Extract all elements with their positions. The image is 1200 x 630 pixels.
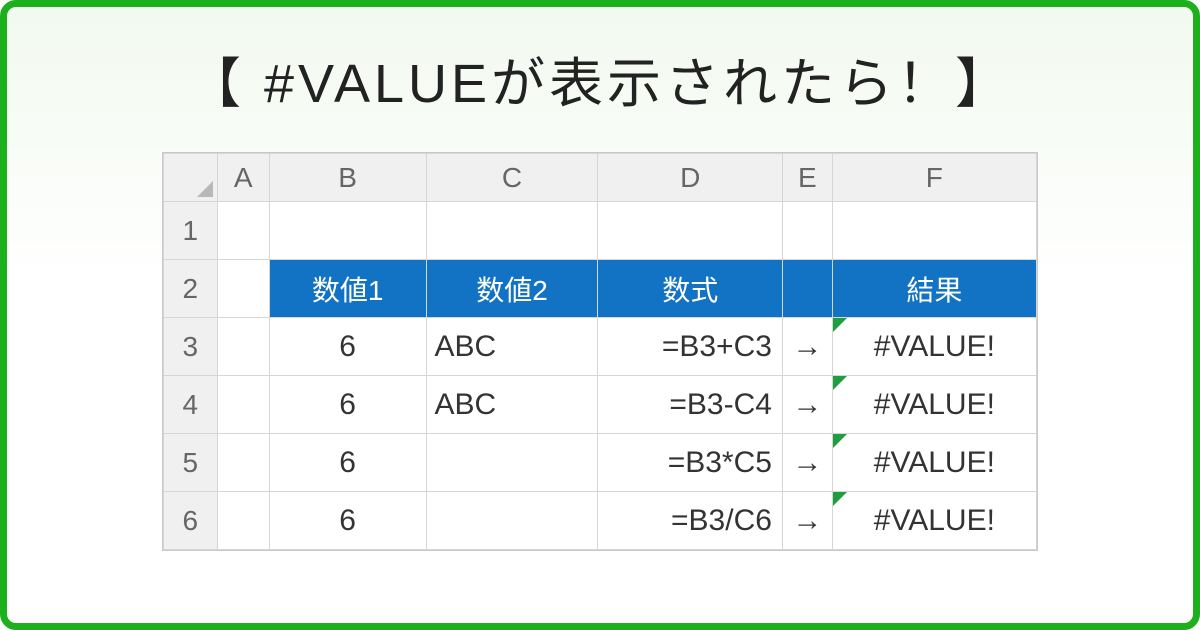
- col-header-F[interactable]: F: [832, 154, 1036, 202]
- row-header-2[interactable]: 2: [164, 260, 218, 318]
- row-header-4[interactable]: 4: [164, 376, 218, 434]
- cell-A3[interactable]: [217, 318, 269, 376]
- cell-D5[interactable]: =B3*C5: [598, 434, 782, 492]
- cell-B4[interactable]: 6: [269, 376, 426, 434]
- cell-A2[interactable]: [217, 260, 269, 318]
- col-header-D[interactable]: D: [598, 154, 782, 202]
- table-header-result[interactable]: 結果: [832, 260, 1036, 318]
- cell-A5[interactable]: [217, 434, 269, 492]
- row-3: 3 6 ABC =B3+C3 → #VALUE!: [164, 318, 1037, 376]
- cell-E3-arrow[interactable]: →: [782, 318, 832, 376]
- cell-D3[interactable]: =B3+C3: [598, 318, 782, 376]
- table-header-spacer[interactable]: [782, 260, 832, 318]
- spreadsheet: A B C D E F 1 2 数値1 数: [162, 152, 1038, 551]
- column-header-row: A B C D E F: [164, 154, 1037, 202]
- cell-D6[interactable]: =B3/C6: [598, 492, 782, 550]
- cell-C6[interactable]: [426, 492, 598, 550]
- cell-F4-error[interactable]: #VALUE!: [832, 376, 1036, 434]
- col-header-A[interactable]: A: [217, 154, 269, 202]
- cell-B5[interactable]: 6: [269, 434, 426, 492]
- select-all-corner[interactable]: [164, 154, 218, 202]
- cell-E5-arrow[interactable]: →: [782, 434, 832, 492]
- cell-F6-error[interactable]: #VALUE!: [832, 492, 1036, 550]
- col-header-E[interactable]: E: [782, 154, 832, 202]
- cell-E6-arrow[interactable]: →: [782, 492, 832, 550]
- row-5: 5 6 =B3*C5 → #VALUE!: [164, 434, 1037, 492]
- tutorial-card: 【 #VALUEが表示されたら！】 A B C D E F 1: [0, 0, 1200, 630]
- cell-E1[interactable]: [782, 202, 832, 260]
- row-header-5[interactable]: 5: [164, 434, 218, 492]
- row-4: 4 6 ABC =B3-C4 → #VALUE!: [164, 376, 1037, 434]
- row-1: 1: [164, 202, 1037, 260]
- cell-C1[interactable]: [426, 202, 598, 260]
- cell-D1[interactable]: [598, 202, 782, 260]
- row-header-3[interactable]: 3: [164, 318, 218, 376]
- table-header-formula[interactable]: 数式: [598, 260, 782, 318]
- cell-E4-arrow[interactable]: →: [782, 376, 832, 434]
- cell-B1[interactable]: [269, 202, 426, 260]
- page-title: 【 #VALUEが表示されたら！】: [47, 39, 1153, 118]
- cell-A6[interactable]: [217, 492, 269, 550]
- cell-C4[interactable]: ABC: [426, 376, 598, 434]
- cell-F3-error[interactable]: #VALUE!: [832, 318, 1036, 376]
- cell-A4[interactable]: [217, 376, 269, 434]
- cell-C3[interactable]: ABC: [426, 318, 598, 376]
- cell-A1[interactable]: [217, 202, 269, 260]
- cell-D4[interactable]: =B3-C4: [598, 376, 782, 434]
- row-2: 2 数値1 数値2 数式 結果: [164, 260, 1037, 318]
- table-header-value2[interactable]: 数値2: [426, 260, 598, 318]
- col-header-B[interactable]: B: [269, 154, 426, 202]
- table-header-value1[interactable]: 数値1: [269, 260, 426, 318]
- cell-C5[interactable]: [426, 434, 598, 492]
- cell-F1[interactable]: [832, 202, 1036, 260]
- cell-B6[interactable]: 6: [269, 492, 426, 550]
- col-header-C[interactable]: C: [426, 154, 598, 202]
- cell-B3[interactable]: 6: [269, 318, 426, 376]
- row-6: 6 6 =B3/C6 → #VALUE!: [164, 492, 1037, 550]
- row-header-6[interactable]: 6: [164, 492, 218, 550]
- row-header-1[interactable]: 1: [164, 202, 218, 260]
- cell-F5-error[interactable]: #VALUE!: [832, 434, 1036, 492]
